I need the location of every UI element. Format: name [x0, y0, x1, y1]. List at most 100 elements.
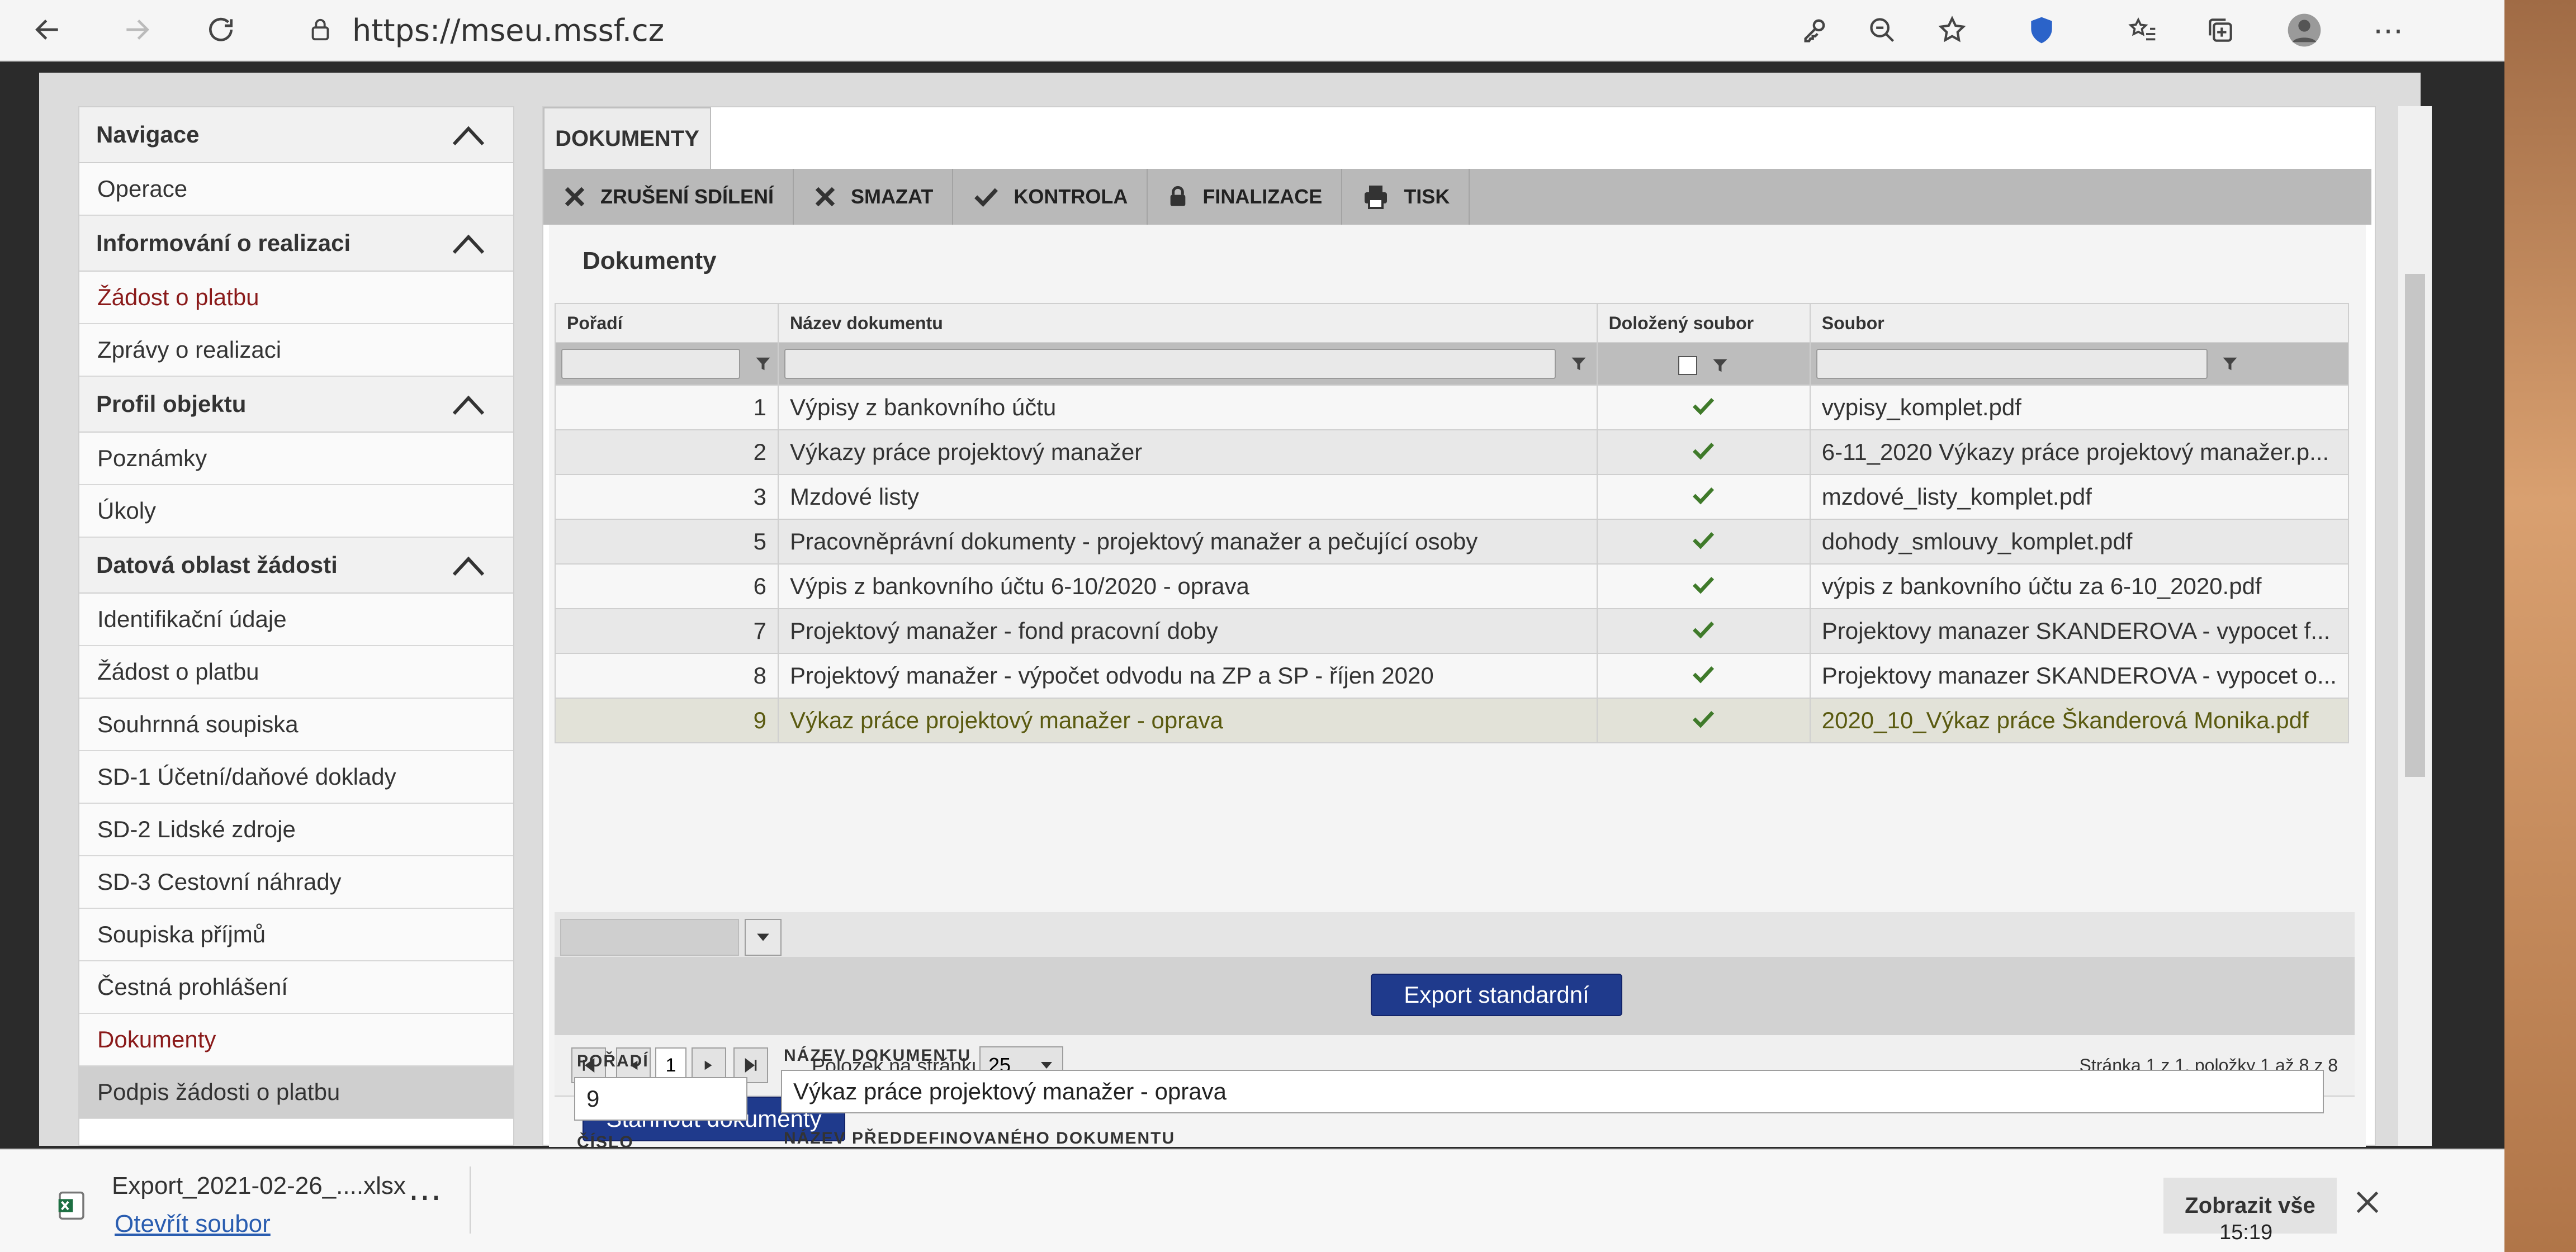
sidebar-item[interactable]: Podpis žádosti o platbu — [79, 1066, 513, 1119]
column-header-attached[interactable]: Doložený soubor — [1596, 303, 1811, 343]
cell-file[interactable]: Projektovy manazer SKANDEROVA - vypocet … — [1809, 653, 2350, 699]
cancel-sharing-button[interactable]: ZRUŠENÍ SDÍLENÍ — [543, 169, 794, 225]
sidebar-section-header[interactable]: Datová oblast žádosti — [79, 538, 513, 594]
row-selector-input[interactable] — [560, 919, 739, 956]
filter-attached-checkbox[interactable] — [1678, 355, 1698, 375]
sidebar-section-header[interactable]: Profil objektu — [79, 377, 513, 433]
cell-file[interactable]: 6-11_2020 Výkazy práce projektový manaže… — [1809, 429, 2350, 475]
column-header-order[interactable]: Pořadí — [555, 303, 779, 343]
chevron-up-icon[interactable] — [452, 230, 485, 257]
sidebar-item[interactable]: Čestná prohlášení — [79, 961, 513, 1014]
filter-name-input[interactable] — [784, 349, 1556, 379]
add-favorite-button[interactable] — [1934, 12, 1970, 48]
documents-table: Pořadí Název dokumentu Doložený soubor S… — [555, 303, 2350, 743]
check-icon — [1693, 622, 1715, 639]
cell-file[interactable]: dohody_smlouvy_komplet.pdf — [1809, 519, 2350, 565]
filter-icon[interactable] — [1712, 355, 1729, 376]
browser-toolbar: https://mseu.mssf.cz ⋯ — [0, 0, 2504, 61]
check-icon — [1693, 532, 1715, 549]
order-field[interactable]: 9 — [574, 1077, 747, 1121]
excel-file-icon — [58, 1191, 84, 1220]
favorites-button[interactable] — [2124, 12, 2160, 48]
chevron-up-icon[interactable] — [452, 552, 485, 579]
cell-order: 7 — [555, 608, 779, 654]
sidebar-item[interactable]: Žádost o platbu — [79, 646, 513, 699]
chevron-up-icon[interactable] — [452, 391, 485, 418]
export-standard-button[interactable]: Export standardní — [1371, 974, 1622, 1016]
filter-icon[interactable] — [2222, 354, 2238, 374]
sidebar-section-title: Informování o realizaci — [96, 230, 351, 256]
shield-extension-button[interactable] — [2024, 12, 2059, 48]
column-header-name[interactable]: Název dokumentu — [777, 303, 1598, 343]
sidebar-item-label: SD-3 Cestovní náhrady — [97, 869, 342, 895]
more-dots-icon: ⋯ — [408, 1178, 444, 1216]
table-row[interactable]: 6 Výpis z bankovního účtu 6-10/2020 - opr… — [555, 563, 2350, 609]
table-row[interactable]: 9 Výkaz práce projektový manažer - oprava… — [555, 698, 2350, 743]
cell-file[interactable]: Projektovy manazer SKANDEROVA - vypocet … — [1809, 608, 2350, 654]
sidebar-item[interactable]: SD-2 Lidské zdroje — [79, 804, 513, 856]
printer-icon — [1365, 186, 1388, 209]
more-menu-button[interactable]: ⋯ — [2370, 12, 2406, 48]
table-row[interactable]: 7 Projektový manažer - fond pracovní doby… — [555, 608, 2350, 654]
table-row[interactable]: 8 Projektový manažer - výpočet odvodu na … — [555, 653, 2350, 699]
zoom-out-icon — [1870, 18, 1895, 42]
back-button[interactable] — [28, 10, 67, 49]
table-row[interactable]: 3 Mzdové listy mzdové_listy_komplet.pdf — [555, 474, 2350, 520]
table-row[interactable]: 5 Pracovněprávní dokumenty - projektový m… — [555, 519, 2350, 565]
filter-order-input[interactable] — [561, 349, 740, 379]
close-download-bar-button[interactable] — [2351, 1185, 2384, 1219]
column-header-file[interactable]: Soubor — [1809, 303, 2350, 343]
address-bar[interactable]: https://mseu.mssf.cz — [274, 6, 1727, 55]
chevron-up-icon[interactable] — [452, 122, 485, 149]
url-text: https://mseu.mssf.cz — [352, 12, 665, 48]
print-button[interactable]: TISK — [1342, 169, 1470, 225]
sidebar-item[interactable]: Operace — [79, 163, 513, 216]
collections-button[interactable] — [2203, 12, 2238, 48]
table-row[interactable]: 1 Výpisy z bankovního účtu vypisy_komplet.… — [555, 385, 2350, 430]
filter-file-input[interactable] — [1816, 349, 2208, 379]
check-icon — [1693, 711, 1715, 728]
key-button[interactable] — [1797, 12, 1833, 48]
sidebar-item[interactable]: Souhrnná soupiska — [79, 699, 513, 751]
scrollbar-thumb[interactable] — [2405, 274, 2425, 777]
reload-button[interactable] — [201, 10, 240, 49]
row-selector-dropdown[interactable] — [745, 919, 782, 956]
taskbar-clock: 15:19 — [2219, 1221, 2273, 1244]
cell-order: 3 — [555, 474, 779, 520]
profile-button[interactable] — [2286, 12, 2322, 48]
sidebar-item[interactable]: Žádost o platbu — [79, 272, 513, 324]
zoom-out-button[interactable] — [1864, 12, 1900, 48]
sidebar-item[interactable]: Zprávy o realizaci — [79, 324, 513, 377]
download-more-button[interactable]: ⋯ — [408, 1178, 444, 1217]
sidebar-item[interactable]: Identifikační údaje — [79, 594, 513, 646]
finalize-button[interactable]: FINALIZACE — [1148, 169, 1343, 225]
sidebar-item[interactable]: Úkoly — [79, 485, 513, 538]
filter-icon[interactable] — [1570, 354, 1587, 374]
sidebar-item[interactable]: Soupiska příjmů — [79, 909, 513, 961]
cell-file[interactable]: vypisy_komplet.pdf — [1809, 385, 2350, 430]
sidebar-section-title: Profil objektu — [96, 391, 247, 417]
cell-file[interactable]: výpis z bankovního účtu za 6-10_2020.pdf — [1809, 563, 2350, 609]
sidebar-section-header[interactable]: Informování o realizaci — [79, 216, 513, 272]
open-file-link[interactable]: Otevřít soubor — [115, 1210, 271, 1238]
tab-dokumenty[interactable]: DOKUMENTY — [543, 107, 711, 169]
check-button[interactable]: KONTROLA — [953, 169, 1148, 225]
document-name-field[interactable]: Výkaz práce projektový manažer - oprava — [781, 1070, 2324, 1113]
cell-document-name: Výkaz práce projektový manažer - oprava — [777, 698, 1598, 743]
sidebar-item[interactable]: SD-3 Cestovní náhrady — [79, 856, 513, 909]
table-row[interactable]: 2 Výkazy práce projektový manažer 6-11_202… — [555, 429, 2350, 475]
sidebar-item[interactable]: Dokumenty — [79, 1014, 513, 1066]
sidebar-item-label: Soupiska příjmů — [97, 921, 266, 947]
cell-file[interactable]: 2020_10_Výkaz práce Škanderová Monika.pd… — [1809, 698, 2350, 743]
filter-order-cell — [555, 342, 779, 386]
filter-icon[interactable] — [755, 354, 771, 374]
panel-title: Dokumenty — [583, 247, 717, 274]
delete-button[interactable]: SMAZAT — [794, 169, 954, 225]
sidebar-item[interactable]: SD-1 Účetní/daňové doklady — [79, 751, 513, 804]
cell-file[interactable]: mzdové_listy_komplet.pdf — [1809, 474, 2350, 520]
sidebar-section-header[interactable]: Navigace — [79, 107, 513, 163]
forward-button[interactable] — [117, 10, 157, 49]
sidebar-item[interactable]: Poznámky — [79, 433, 513, 485]
page-scrollbar[interactable] — [2398, 106, 2432, 1146]
close-icon — [2356, 1191, 2379, 1213]
